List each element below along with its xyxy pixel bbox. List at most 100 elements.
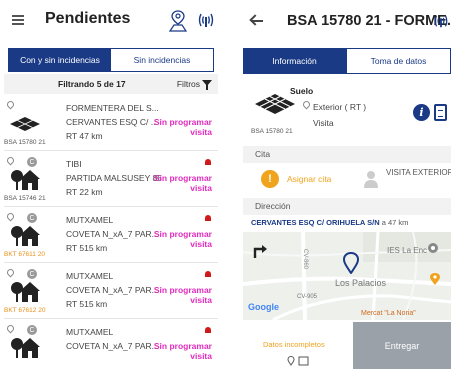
list-item[interactable]: C BKT 67611 20 MUTXAMEL COVETA N_xA_7 PAR..… xyxy=(4,207,218,263)
item-address: CERVANTES ESQ C/ ... xyxy=(66,117,158,127)
location-pin-icon xyxy=(5,211,16,222)
signal-icon[interactable] xyxy=(433,12,449,30)
item-distance: RT 515 km xyxy=(66,243,108,253)
location-pin-icon xyxy=(5,323,16,334)
item-distance: RT 22 km xyxy=(66,187,103,197)
visit-type: Visita xyxy=(313,118,334,128)
detail-header: BSA 15780 21 - FORME... xyxy=(243,0,451,46)
house-tree-icon xyxy=(11,226,40,246)
person-icon xyxy=(364,171,378,188)
house-tree-icon xyxy=(11,282,40,302)
category-badge: C xyxy=(27,213,37,223)
visit-status: Sin programar visita xyxy=(153,173,212,193)
map-road-label: CV-860 xyxy=(302,248,309,270)
info-icon[interactable]: i xyxy=(413,104,430,121)
house-tree-icon xyxy=(11,170,40,190)
map-place-label: IES La Enc xyxy=(387,246,428,255)
category-badge: C xyxy=(27,325,37,335)
incidence-filter-tabs: Con y sin incidencias Sin incidencias xyxy=(8,48,214,72)
item-town: FORMENTERA DEL S... xyxy=(66,103,159,113)
distance-text: a 47 km xyxy=(381,218,409,227)
item-distance: RT 515 km xyxy=(66,299,108,309)
detail-title: BSA 15780 21 - FORME... xyxy=(287,13,451,29)
alert-icon xyxy=(205,327,211,333)
category-badge: C xyxy=(27,157,37,167)
item-distance: RT 47 km xyxy=(66,131,103,141)
poi-marker-icon xyxy=(428,243,438,253)
detail-tabs: Información Toma de datos xyxy=(243,48,451,74)
category-badge: C xyxy=(27,269,37,279)
list-item[interactable]: BSA 15780 21 FORMENTERA DEL S... CERVANTES… xyxy=(4,95,218,151)
location-pin-icon xyxy=(5,99,16,110)
alert-icon xyxy=(205,215,211,221)
location-and-image-icons xyxy=(287,356,309,366)
tab-informacion[interactable]: Información xyxy=(243,48,346,74)
map-route-icon[interactable] xyxy=(168,10,188,32)
list-item[interactable]: C MUTXAMEL COVETA N_xA_7 PAR... Sin program… xyxy=(4,319,218,369)
map-town-label: Los Palacios xyxy=(335,278,387,288)
filter-icon[interactable] xyxy=(202,80,212,90)
pending-list-screen: Pendientes Con y sin incidencias Sin inc… xyxy=(4,0,218,369)
property-code: BSA 15780 21 xyxy=(4,139,46,146)
visit-status: Sin programar visita xyxy=(153,285,212,305)
location-pin-icon xyxy=(301,99,312,110)
cita-section-header: Cita xyxy=(243,146,451,163)
filters-button[interactable]: Filtros xyxy=(177,79,200,89)
assign-appointment-button[interactable]: Asignar cita xyxy=(287,174,331,184)
google-logo: Google xyxy=(248,302,279,312)
map-road-label: CV-905 xyxy=(297,294,318,300)
item-town: MUTXAMEL xyxy=(66,271,114,281)
location-pin-icon xyxy=(5,267,16,278)
location-pin-icon xyxy=(5,155,16,166)
directions-icon[interactable] xyxy=(253,244,267,258)
menu-icon[interactable] xyxy=(12,15,24,25)
house-tree-icon xyxy=(11,338,40,358)
incomplete-data-panel[interactable]: Datos incompletos xyxy=(243,322,353,369)
land-plot-icon xyxy=(10,117,40,131)
item-town: MUTXAMEL xyxy=(66,327,114,337)
location-map[interactable]: Los Palacios IES La Enc Mercat "La Noria… xyxy=(243,232,451,320)
map-marker-icon[interactable] xyxy=(343,252,359,274)
visit-status: Sin programar visita xyxy=(153,341,212,361)
address-line: CERVANTES ESQ C/ ORIHUELA S/N a 47 km xyxy=(251,218,408,227)
filter-count: Filtrando 5 de 17 xyxy=(58,79,126,89)
visit-status: Sin programar visita xyxy=(153,117,212,137)
property-code: BKT 67612 20 xyxy=(4,307,46,314)
visit-type-label: VISITA EXTERIOR xyxy=(386,168,451,177)
alert-icon xyxy=(205,271,211,277)
list-item[interactable]: C BSA 15746 21 TIBI PARTIDA MALSUSEY 85 RT 2… xyxy=(4,151,218,207)
detail-screen: BSA 15780 21 - FORME... Información Toma… xyxy=(243,0,451,369)
list-item[interactable]: C BKT 67612 20 MUTXAMEL COVETA N_xA_7 PAR..… xyxy=(4,263,218,319)
item-address: COVETA N_xA_7 PAR... xyxy=(66,285,159,295)
item-town: MUTXAMEL xyxy=(66,215,114,225)
item-address: COVETA N_xA_7 PAR... xyxy=(66,341,159,351)
document-icon[interactable] xyxy=(434,104,447,121)
back-arrow-icon[interactable] xyxy=(251,20,263,22)
visit-status: Sin programar visita xyxy=(153,229,212,249)
warning-icon: ! xyxy=(261,170,279,188)
bottom-action-bar: Datos incompletos Entregar xyxy=(243,322,451,369)
tab-no-incidences[interactable]: Sin incidencias xyxy=(111,49,213,71)
address-text: CERVANTES ESQ C/ ORIHUELA S/N xyxy=(251,218,380,227)
page-title: Pendientes xyxy=(45,10,131,27)
map-place-label: Mercat "La Noria" xyxy=(361,310,416,317)
land-plot-icon xyxy=(255,94,295,114)
property-code: BSA 15746 21 xyxy=(4,195,46,202)
filter-bar: Filtrando 5 de 17 Filtros xyxy=(4,74,218,94)
property-code: BKT 67611 20 xyxy=(4,251,45,258)
signal-icon[interactable] xyxy=(197,11,215,29)
poi-marker-icon xyxy=(430,273,440,285)
item-town: TIBI xyxy=(66,159,82,169)
tab-toma-de-datos[interactable]: Toma de datos xyxy=(346,48,451,74)
incomplete-data-label: Datos incompletos xyxy=(263,340,325,349)
location-type: Exterior ( RT ) xyxy=(313,102,367,112)
property-info: Suelo Exterior ( RT ) Visita BSA 15780 2… xyxy=(243,80,451,142)
deliver-button[interactable]: Entregar xyxy=(353,322,451,369)
property-code: BSA 15780 21 xyxy=(251,128,293,135)
tab-all-incidences[interactable]: Con y sin incidencias xyxy=(9,49,111,71)
app-header: Pendientes xyxy=(4,0,218,44)
item-address: COVETA N_xA_7 PAR... xyxy=(66,229,159,239)
item-address: PARTIDA MALSUSEY 85 xyxy=(66,173,162,183)
direccion-section-header: Dirección xyxy=(243,198,451,215)
cita-row: ! Asignar cita VISITA EXTERIOR xyxy=(243,164,451,194)
